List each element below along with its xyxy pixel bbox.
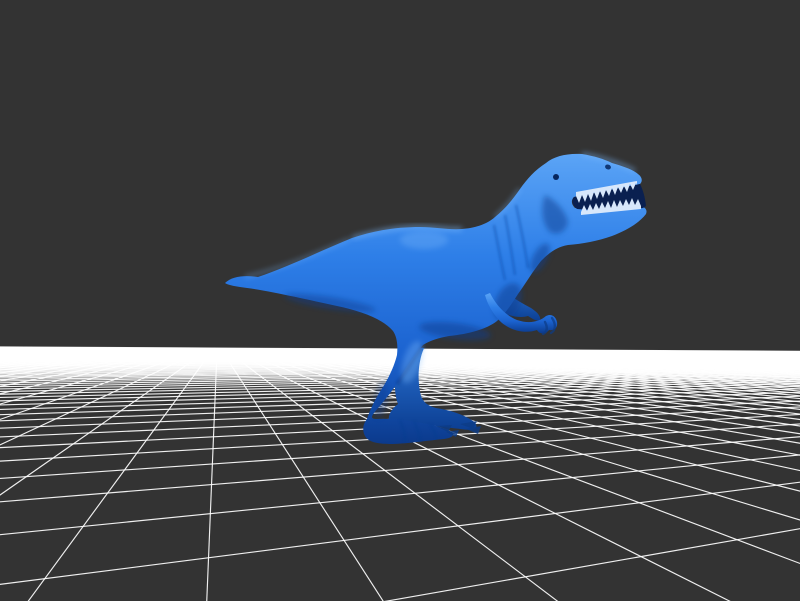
- app-window: [0, 0, 800, 601]
- viewport-3d[interactable]: [0, 0, 800, 601]
- trex-eye: [553, 174, 559, 180]
